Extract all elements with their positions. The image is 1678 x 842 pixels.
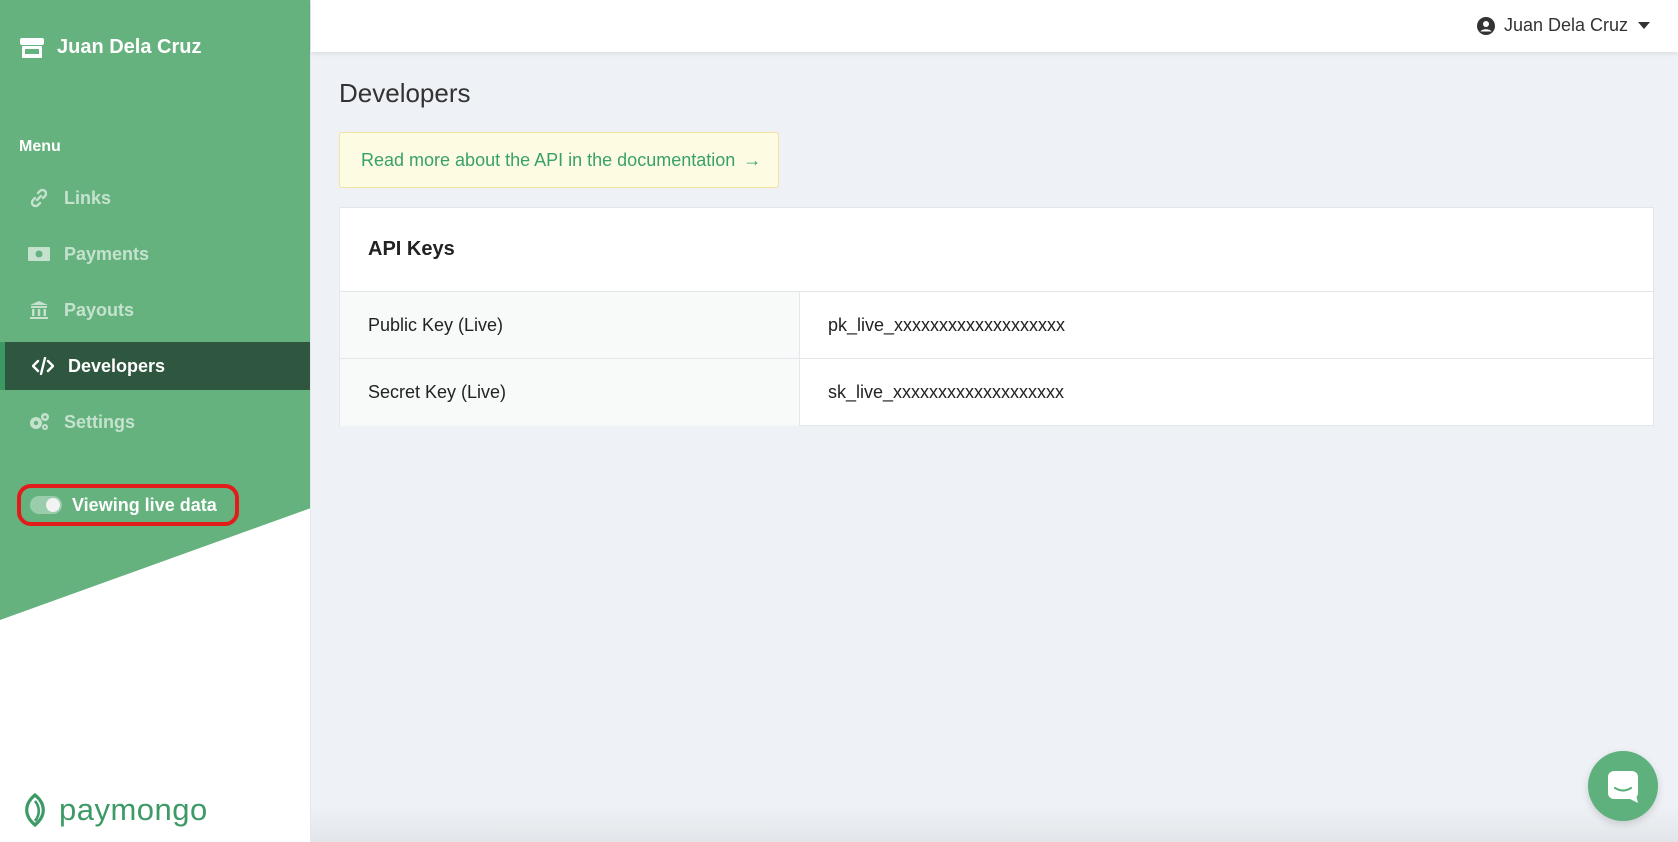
- documentation-link[interactable]: Read more about the API in the documenta…: [339, 132, 779, 188]
- chat-button[interactable]: [1588, 751, 1658, 821]
- toggle-knob: [46, 498, 60, 512]
- sidebar-item-label: Developers: [68, 355, 166, 376]
- table-row: Secret Key (Live) sk_live_xxxxxxxxxxxxxx…: [340, 359, 1653, 426]
- live-data-toggle[interactable]: Viewing live data: [17, 484, 239, 526]
- gears-icon: [28, 412, 50, 432]
- secret-key-label: Secret Key (Live): [340, 359, 800, 426]
- user-circle-icon: [1476, 16, 1495, 35]
- store-icon: [20, 37, 44, 58]
- user-name: Juan Dela Cruz: [1503, 15, 1628, 35]
- secret-key-value[interactable]: sk_live_xxxxxxxxxxxxxxxxxxx: [800, 359, 1653, 426]
- chat-icon: [1608, 771, 1638, 803]
- sidebar-item-payments[interactable]: Payments: [0, 226, 310, 282]
- user-menu[interactable]: Juan Dela Cruz: [1476, 15, 1650, 36]
- bank-icon: [28, 300, 50, 320]
- sidebar-item-label: Payouts: [64, 299, 135, 320]
- sidebar-item-payouts[interactable]: Payouts: [0, 282, 310, 338]
- sidebar: Juan Dela Cruz Menu Links Payments Payou…: [0, 0, 311, 842]
- sidebar-item-label: Links: [64, 187, 112, 208]
- leaf-icon: [25, 793, 45, 827]
- toggle-label: Viewing live data: [72, 494, 217, 515]
- brand[interactable]: Juan Dela Cruz: [19, 36, 201, 59]
- bottom-shade: [311, 806, 1678, 842]
- code-icon: [32, 356, 54, 376]
- link-icon: [28, 188, 50, 208]
- arrow-right-icon: →: [743, 149, 762, 170]
- caret-down-icon: [1638, 22, 1650, 29]
- toggle-switch[interactable]: [30, 496, 62, 514]
- brand-name: Juan Dela Cruz: [57, 36, 202, 58]
- sidebar-item-settings[interactable]: Settings: [0, 394, 310, 450]
- sidebar-item-links[interactable]: Links: [0, 170, 310, 226]
- table-row: Public Key (Live) pk_live_xxxxxxxxxxxxxx…: [340, 292, 1653, 359]
- sidebar-item-developers[interactable]: Developers: [0, 342, 310, 390]
- menu-heading: Menu: [19, 138, 61, 155]
- page-title: Developers: [339, 78, 471, 108]
- api-keys-title: API Keys: [340, 208, 1653, 292]
- public-key-label: Public Key (Live): [340, 292, 800, 358]
- paymongo-logo: paymongo: [19, 792, 208, 828]
- sidebar-nav: Links Payments Payouts Developers Settin…: [0, 170, 310, 450]
- public-key-value[interactable]: pk_live_xxxxxxxxxxxxxxxxxxx: [800, 292, 1653, 358]
- documentation-link-text: Read more about the API in the documenta…: [361, 149, 736, 170]
- top-bar: Juan Dela Cruz: [311, 0, 1678, 52]
- money-icon: [28, 244, 50, 264]
- sidebar-item-label: Settings: [64, 411, 136, 432]
- sidebar-item-label: Payments: [64, 243, 150, 264]
- logo-text: paymongo: [59, 792, 208, 827]
- api-keys-card: API Keys Public Key (Live) pk_live_xxxxx…: [339, 207, 1654, 426]
